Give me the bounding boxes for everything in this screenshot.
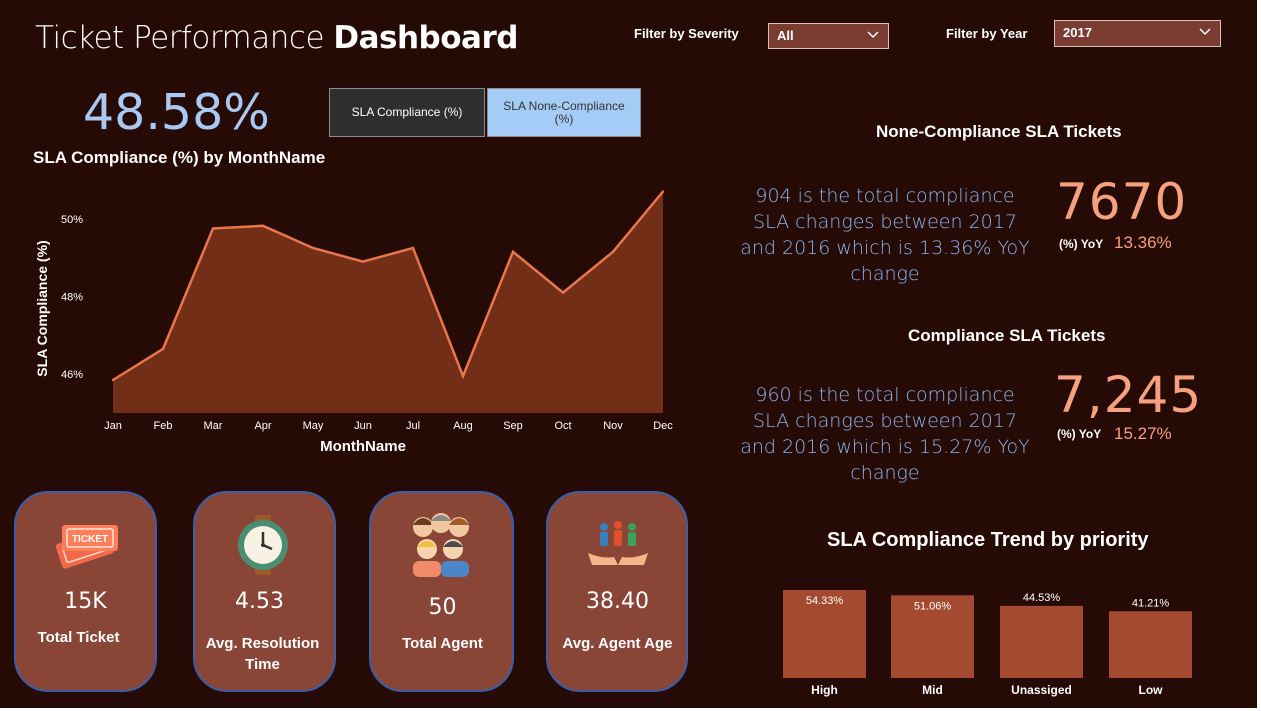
sla-noncompliance-button[interactable]: SLA None-Compliance (%) — [487, 88, 641, 137]
data-point — [661, 190, 665, 193]
bar-category-label: High — [811, 683, 838, 697]
bar-category-label: Mid — [922, 683, 943, 697]
title-bold: Dashboard — [333, 20, 518, 56]
x-tick-label: Jul — [406, 420, 420, 432]
bar-category-label: Unassiged — [1011, 683, 1072, 697]
sla-compliance-kpi: 48.58% — [83, 84, 270, 141]
severity-filter-dropdown[interactable]: All — [768, 23, 889, 49]
sla-compliance-button[interactable]: SLA Compliance (%) — [329, 88, 485, 137]
noncompliance-value: 7670 — [1056, 173, 1188, 231]
kpi-card-avg-resolution: 4.53 Avg. Resolution Time — [193, 491, 336, 692]
people-group-icon — [413, 513, 469, 577]
bar-data-label: 54.33% — [806, 595, 844, 607]
noncompliance-yoy-value: 13.36% — [1114, 233, 1172, 252]
x-tick-label: Mar — [204, 420, 223, 432]
x-tick-label: Sep — [503, 420, 523, 432]
dashboard-canvas: Ticket Performance Dashboard Filter by S… — [0, 0, 1257, 708]
data-point — [111, 378, 115, 382]
bar-data-label: 51.06% — [914, 600, 952, 612]
data-point — [611, 250, 615, 253]
data-point — [411, 246, 415, 250]
data-point — [311, 246, 315, 250]
avg-agent-age-value: 38.40 — [586, 589, 649, 614]
compliance-description: 960 is the total compliance SLA changes … — [740, 384, 1030, 484]
noncompliance-description: 904 is the total compliance SLA changes … — [740, 185, 1030, 285]
people-hands-icon — [588, 521, 648, 565]
chevron-down-icon — [1199, 28, 1211, 36]
page-title: Ticket Performance Dashboard — [35, 20, 518, 56]
avg-resolution-label: Avg. Resolution Time — [205, 635, 320, 673]
area-fill — [113, 191, 663, 413]
x-tick-label: May — [303, 420, 324, 432]
x-axis-label: MonthName — [320, 438, 406, 455]
compliance-title: Compliance SLA Tickets — [908, 326, 1106, 345]
x-tick-label: Oct — [554, 420, 571, 432]
svg-text:TICKET: TICKET — [72, 534, 108, 545]
bar — [1109, 611, 1192, 678]
total-agent-value: 50 — [428, 595, 457, 620]
noncompliance-title: None-Compliance SLA Tickets — [876, 122, 1122, 141]
compliance-yoy-value: 15.27% — [1114, 424, 1172, 443]
severity-filter-value: All — [777, 28, 794, 43]
data-point — [361, 260, 365, 263]
x-tick-label: Aug — [453, 420, 473, 432]
data-point — [211, 227, 215, 230]
kpi-card-total-agent: 50 Total Agent — [369, 491, 514, 692]
bar — [1000, 605, 1083, 678]
y-tick-label: 48% — [61, 292, 83, 304]
compliance-value: 7,245 — [1054, 366, 1203, 424]
x-tick-label: Nov — [603, 420, 623, 432]
chevron-down-icon — [867, 31, 879, 39]
kpi-card-total-ticket: TICKET 15K Total Ticket — [14, 491, 157, 692]
line-chart-title: SLA Compliance (%) by MonthName — [33, 148, 326, 167]
stopwatch-icon — [238, 515, 288, 575]
bar-data-label: 44.53% — [1023, 592, 1061, 604]
year-filter-value: 2017 — [1063, 25, 1092, 40]
total-ticket-label: Total Ticket — [37, 629, 120, 646]
data-point — [561, 291, 565, 294]
bar-category-label: Low — [1139, 683, 1164, 697]
y-tick-label: 46% — [61, 369, 83, 381]
title-light: Ticket Performance — [35, 20, 334, 56]
severity-filter-label: Filter by Severity — [634, 26, 739, 41]
avg-resolution-value: 4.53 — [235, 589, 284, 614]
year-filter-label: Filter by Year — [946, 26, 1028, 41]
sla-priority-bar-chart: 54.33% High 51.06% Mid 44.53% Unassiged 41.21%… — [783, 590, 1192, 697]
x-tick-label: Dec — [653, 420, 673, 432]
y-axis-label: SLA Compliance (%) — [34, 240, 50, 376]
data-point — [461, 374, 465, 378]
total-agent-label: Total Agent — [402, 635, 483, 652]
x-tick-label: Jan — [104, 420, 122, 432]
bar-chart-title: SLA Compliance Trend by priority — [827, 529, 1149, 551]
data-point — [261, 224, 265, 227]
total-ticket-value: 15K — [64, 589, 107, 614]
data-point — [161, 347, 165, 351]
avg-agent-age-label: Avg. Agent Age — [562, 635, 673, 652]
year-filter-dropdown[interactable]: 2017 — [1054, 20, 1221, 47]
bar-data-label: 41.21% — [1132, 597, 1170, 609]
data-point — [511, 250, 515, 253]
x-tick-label: Feb — [154, 420, 173, 432]
x-tick-label: Jun — [354, 420, 372, 432]
y-tick-label: 50% — [61, 214, 83, 226]
sla-compliance-area-chart: 46% 48% 50% Jan Feb Mar Apr May Jun Jul Aug Sep Oct N… — [34, 190, 673, 455]
kpi-card-avg-agent-age: 38.40 Avg. Agent Age — [546, 491, 688, 692]
x-tick-label: Apr — [254, 420, 271, 432]
ticket-icon: TICKET — [55, 525, 118, 569]
compliance-yoy-label: (%) YoY — [1057, 427, 1102, 441]
noncompliance-yoy-label: (%) YoY — [1059, 237, 1104, 251]
